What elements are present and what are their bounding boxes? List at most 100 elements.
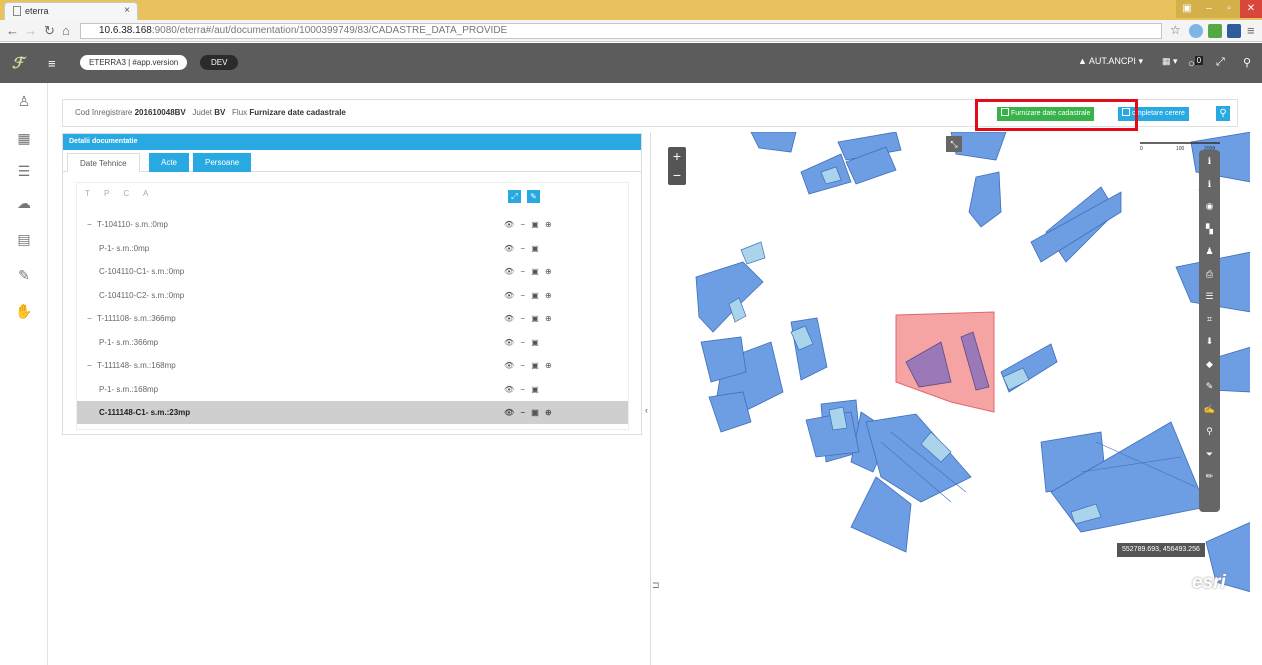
tab-date-tehnice[interactable]: Date Tehnice — [67, 153, 140, 172]
menu-icon[interactable]: ≡ — [1247, 23, 1255, 38]
zoom-in-button[interactable]: + — [668, 147, 686, 166]
row-actions[interactable]: 👁 − ▣ ⊕ — [504, 401, 554, 424]
hamburger-icon[interactable]: ≡ — [48, 56, 56, 71]
collapse-icon[interactable]: − — [87, 354, 92, 377]
restore-icon[interactable]: ▫ — [1218, 0, 1240, 18]
user-profile-icon[interactable]: ▣ — [1176, 0, 1198, 18]
fullscreen-icon[interactable]: ⤢ — [1216, 56, 1225, 69]
forward-icon[interactable]: → — [24, 23, 37, 38]
tree-row[interactable]: P-1- s.m.:366mp 👁 − ▣ — [77, 331, 628, 354]
identify-icon[interactable]: ℹ — [1199, 173, 1220, 196]
tree-row[interactable]: P-1- s.m.:168mp 👁 − ▣ — [77, 378, 628, 401]
book-icon[interactable]: ▤ — [14, 229, 34, 249]
judet-value: BV — [214, 108, 226, 117]
row-actions[interactable]: 👁 − ▣ ⊕ — [504, 213, 554, 236]
info-icon[interactable]: ℹ — [1199, 150, 1220, 173]
download-icon[interactable]: ⬇ — [1199, 330, 1220, 353]
layers-icon[interactable]: ▚ — [1199, 218, 1220, 241]
filter-icon[interactable]: ⏷ — [1199, 443, 1220, 466]
tree-filter-letters[interactable]: T P C A — [85, 189, 154, 198]
extension-icon[interactable] — [1189, 24, 1203, 38]
map-parcel — [790, 317, 828, 381]
user-menu[interactable]: ▲ AUT.ANCPI ▾ — [1078, 56, 1143, 67]
resize-map-icon[interactable]: ⤡ — [946, 136, 962, 152]
notification-count: 0 — [1194, 56, 1204, 65]
crop-icon[interactable]: ⌗ — [1199, 308, 1220, 331]
sidebar: ♙ ▦ ☰ ☁ ▤ ✎ ✋ — [0, 83, 48, 665]
row-actions[interactable]: 👁 − ▣ — [504, 331, 541, 354]
tree-row-label: T-111148- s.m.:168mp — [97, 361, 176, 370]
print-icon[interactable]: ⎙ — [1199, 263, 1220, 286]
home-icon[interactable]: ⌂ — [62, 23, 70, 38]
tab-persoane[interactable]: Persoane — [193, 153, 252, 172]
map-canvas[interactable] — [651, 132, 1250, 665]
flux-value: Furnizare date cadastrale — [249, 108, 346, 117]
tree-row-label: C-104110-C2- s.m.:0mp — [99, 290, 185, 300]
expand-icon[interactable]: ⤢ — [508, 190, 521, 203]
extension-icon[interactable] — [1227, 24, 1241, 38]
eterra-logo[interactable]: ℱ — [12, 54, 30, 72]
coordinates-readout: 552789.693, 456493.256 — [1117, 543, 1205, 557]
row-actions[interactable]: 👁 − ▣ ⊕ — [504, 307, 554, 330]
close-window-icon[interactable]: ✕ — [1240, 0, 1262, 18]
reload-icon[interactable]: ↻ — [44, 23, 55, 39]
minimize-icon[interactable]: – — [1198, 0, 1220, 18]
map-parcel — [708, 391, 752, 433]
star-icon[interactable]: ☆ — [1170, 23, 1181, 37]
scale-label: 0 — [1140, 146, 1143, 150]
row-actions[interactable]: 👁 − ▣ — [504, 378, 541, 401]
edit-icon[interactable]: ✎ — [14, 265, 34, 285]
back-icon[interactable]: ← — [6, 23, 19, 38]
tag-icon[interactable]: ◆ — [1199, 353, 1220, 376]
cod-value: 201610048BV — [134, 108, 186, 117]
list-icon[interactable]: ☰ — [1199, 285, 1220, 308]
notifications-icon[interactable]: ○ 0 — [1188, 56, 1204, 70]
tree-row[interactable]: P-1- s.m.:0mp 👁 − ▣ — [77, 237, 628, 260]
cod-label: Cod înregistrare — [75, 108, 133, 117]
tree-row[interactable]: C-104110-C2- s.m.:0mp 👁 − ▣ ⊕ — [77, 284, 628, 307]
apps-icon[interactable]: ▦ ▾ — [1162, 56, 1178, 67]
cloud-icon[interactable]: ☁ — [14, 193, 34, 213]
app-header: ℱ ≡ ETERRA3 | #app.version DEV ▲ AUT.ANC… — [0, 43, 1262, 83]
tree-row[interactable]: − T-104110- s.m.:0mp 👁 − ▣ ⊕ — [77, 213, 628, 236]
row-actions[interactable]: 👁 − ▣ ⊕ — [504, 354, 554, 377]
row-actions[interactable]: 👁 − ▣ ⊕ — [504, 284, 554, 307]
documentation-panel: Detalii documentatie Date Tehnice Acte P… — [62, 133, 642, 435]
esri-logo: esri — [1192, 572, 1226, 593]
collapse-panel-icon[interactable]: ‹ — [645, 405, 648, 415]
hand-icon[interactable]: ✋ — [14, 301, 34, 321]
search-button[interactable]: ⚲ — [1216, 106, 1230, 121]
panel-tabs: Date Tehnice Acte Persoane — [63, 150, 641, 172]
zoom-out-button[interactable]: − — [668, 166, 686, 185]
edit-icon[interactable]: ✍ — [1199, 398, 1220, 421]
dashboard-icon[interactable]: ▦ — [14, 128, 34, 148]
tab-acte[interactable]: Acte — [149, 153, 190, 172]
tree-row[interactable]: C-111148-C1- s.m.:23mp 👁 − ▣ ⊕ — [77, 401, 628, 424]
search-icon[interactable]: ⚲ — [1199, 420, 1220, 443]
pencil-icon[interactable]: ✎ — [1199, 375, 1220, 398]
annotation-highlight-box — [975, 99, 1138, 131]
pencil-icon[interactable]: ✎ — [527, 190, 540, 203]
list-icon[interactable]: ☰ — [14, 161, 34, 181]
tree-row-label: T-104110- s.m.:0mp — [97, 220, 168, 229]
extension-icon[interactable] — [1208, 24, 1222, 38]
browser-tabstrip: eterra × ▣ – ▫ ✕ — [0, 0, 1262, 20]
judet-label: Judet — [192, 108, 212, 117]
browser-tab[interactable]: eterra × — [4, 2, 138, 20]
row-actions[interactable]: 👁 − ▣ — [504, 237, 541, 260]
tree-row-label: C-111148-C1- s.m.:23mp — [99, 408, 191, 417]
tree-row[interactable]: − T-111108- s.m.:366mp 👁 − ▣ ⊕ — [77, 307, 628, 330]
tree-row[interactable]: − T-111148- s.m.:168mp 👁 − ▣ ⊕ — [77, 354, 628, 377]
search-icon[interactable]: ⚲ — [1243, 56, 1251, 69]
person-icon[interactable]: ♟ — [1199, 240, 1220, 263]
tree-row[interactable]: C-104110-C1- s.m.:0mp 👁 − ▣ ⊕ — [77, 260, 628, 283]
tab-close-icon[interactable]: × — [124, 5, 130, 16]
location-icon[interactable]: ◉ — [1199, 195, 1220, 218]
row-actions[interactable]: 👁 − ▣ ⊕ — [504, 260, 554, 283]
url-input[interactable]: 10.6.38.168:9080/eterra#/aut/documentati… — [80, 23, 1162, 39]
draw-icon[interactable]: ✏ — [1199, 465, 1220, 488]
user-icon[interactable]: ♙ — [14, 91, 34, 111]
map-view[interactable] — [650, 132, 1250, 665]
collapse-icon[interactable]: − — [87, 307, 92, 330]
collapse-icon[interactable]: − — [87, 213, 92, 236]
